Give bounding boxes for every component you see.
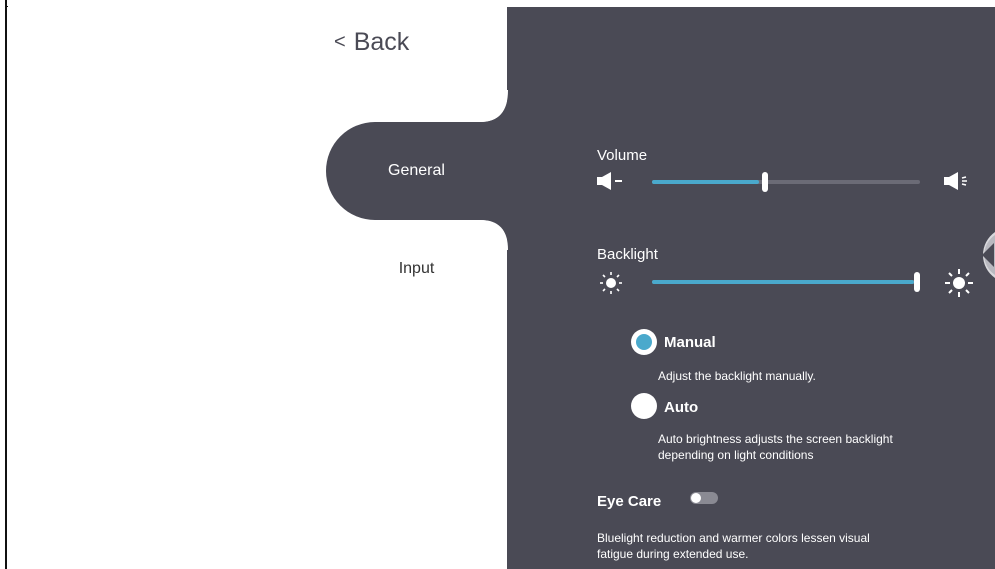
- speaker-low-icon[interactable]: [597, 172, 629, 190]
- eye-care-description-line2: fatigue during extended use.: [597, 547, 749, 561]
- backlight-slider[interactable]: [652, 271, 920, 293]
- auto-description-line1: Auto brightness adjusts the screen backl…: [658, 432, 893, 446]
- eye-care-label: Eye Care: [597, 493, 662, 510]
- brightness-low-icon[interactable]: [599, 271, 623, 295]
- auto-description-line2: depending on light conditions: [658, 448, 814, 462]
- tab-input[interactable]: Input: [326, 220, 507, 318]
- backlight-slider-thumb[interactable]: [914, 272, 920, 292]
- volume-slider[interactable]: [652, 171, 920, 193]
- tab-input-label: Input: [398, 260, 435, 277]
- back-label: Back: [353, 28, 410, 56]
- backlight-label: Backlight: [597, 246, 658, 263]
- back-button[interactable]: < Back: [334, 28, 409, 57]
- manual-description: Adjust the backlight manually.: [658, 369, 816, 383]
- volume-slider-thumb[interactable]: [762, 172, 768, 192]
- backlight-slider-fill: [652, 280, 914, 284]
- manual-radio-dot: [636, 334, 652, 350]
- collapse-panel-handle[interactable]: [962, 230, 995, 280]
- eye-care-description-line1: Bluelight reduction and warmer colors le…: [597, 531, 870, 545]
- eye-care-toggle-knob: [691, 493, 701, 503]
- volume-label: Volume: [597, 147, 648, 164]
- manual-radio-label: Manual: [664, 334, 716, 351]
- tab-general-label: General: [388, 162, 445, 179]
- auto-radio-label: Auto: [664, 399, 699, 416]
- manual-radio[interactable]: [631, 329, 657, 355]
- volume-slider-fill: [652, 180, 759, 184]
- tab-general[interactable]: General: [326, 122, 507, 220]
- frame-left-border: [5, 0, 7, 569]
- speaker-high-icon[interactable]: [944, 172, 974, 190]
- chevron-left-icon: <: [334, 31, 346, 53]
- auto-radio[interactable]: [631, 393, 657, 419]
- eye-care-toggle[interactable]: [690, 492, 718, 504]
